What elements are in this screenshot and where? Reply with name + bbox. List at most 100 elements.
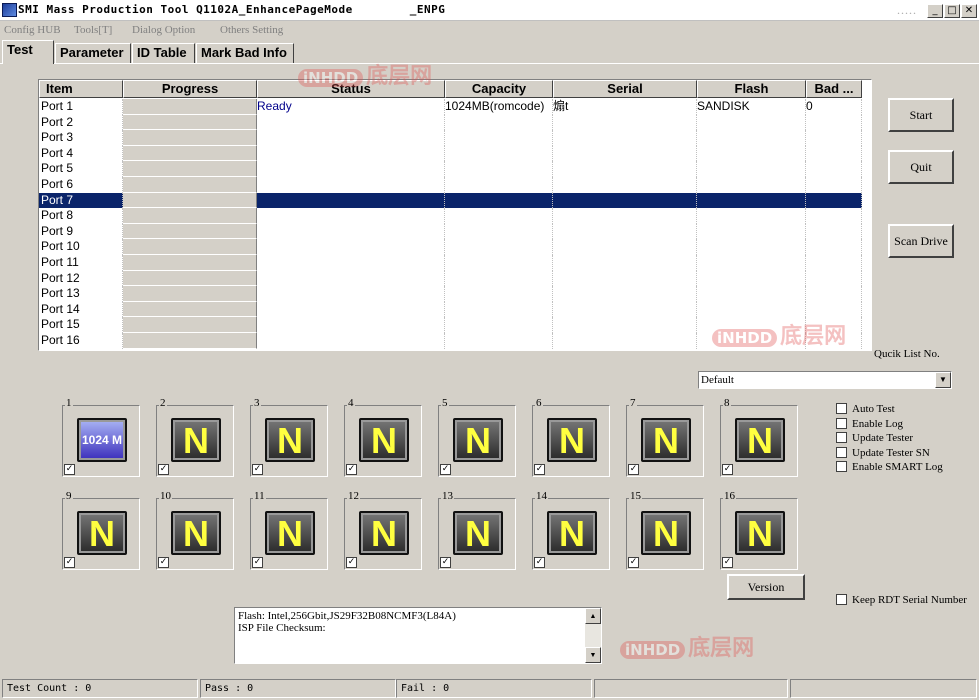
row-serial (553, 254, 697, 271)
row-progress (123, 208, 257, 224)
port-tile[interactable]: 5 N ✓ (438, 397, 516, 477)
table-row[interactable]: Port 8 (39, 208, 871, 224)
row-capacity (445, 270, 553, 287)
port-enable-checkbox[interactable]: ✓ (252, 464, 263, 475)
menu-others-setting[interactable]: Others Setting (220, 24, 283, 36)
port-enable-checkbox[interactable]: ✓ (722, 557, 733, 568)
port-enable-checkbox[interactable]: ✓ (158, 557, 169, 568)
scroll-down-icon[interactable]: ▼ (585, 647, 601, 663)
port-enable-checkbox[interactable]: ✓ (534, 557, 545, 568)
port-tile[interactable]: 3 N ✓ (250, 397, 328, 477)
table-row[interactable]: Port 11 (39, 254, 871, 271)
port-tile[interactable]: 12 N ✓ (344, 490, 422, 570)
port-tile[interactable]: 11 N ✓ (250, 490, 328, 570)
start-button[interactable]: Start (888, 98, 954, 132)
quit-button[interactable]: Quit (888, 150, 954, 184)
row-capacity (445, 130, 553, 146)
scan-drive-button[interactable]: Scan Drive (888, 224, 954, 258)
col-item[interactable]: Item (39, 80, 123, 98)
version-button[interactable]: Version (727, 574, 805, 600)
quick-list-select[interactable]: Default ▼ (698, 371, 952, 389)
col-capacity[interactable]: Capacity (445, 80, 553, 98)
table-row[interactable]: Port 14 (39, 301, 871, 318)
table-row[interactable]: Port 7 (39, 192, 871, 209)
minimize-button[interactable]: _ (927, 4, 943, 18)
menu-dialog-option[interactable]: Dialog Option (132, 24, 195, 36)
port-enable-checkbox[interactable]: ✓ (628, 464, 639, 475)
port-tile[interactable]: 8 N ✓ (720, 397, 798, 477)
tab-parameter[interactable]: Parameter (55, 43, 131, 64)
table-row[interactable]: Port 2 (39, 114, 871, 131)
checkbox-box[interactable] (836, 418, 847, 429)
port-tile[interactable]: 4 N ✓ (344, 397, 422, 477)
chevron-down-icon[interactable]: ▼ (935, 372, 951, 388)
port-tile[interactable]: 7 N ✓ (626, 397, 704, 477)
port-tile[interactable]: 16 N ✓ (720, 490, 798, 570)
port-enable-checkbox[interactable]: ✓ (722, 464, 733, 475)
port-tile[interactable]: 10 N ✓ (156, 490, 234, 570)
enable-smart-log-checkbox[interactable]: Enable SMART Log (836, 461, 943, 473)
port-enable-checkbox[interactable]: ✓ (346, 557, 357, 568)
table-row[interactable]: Port 3 (39, 130, 871, 146)
port-enable-checkbox[interactable]: ✓ (440, 557, 451, 568)
col-bad[interactable]: Bad ... (806, 80, 862, 98)
port-enable-checkbox[interactable]: ✓ (628, 557, 639, 568)
col-serial[interactable]: Serial (553, 80, 697, 98)
row-serial (553, 270, 697, 287)
table-row[interactable]: Port 1 Ready 1024MB(romcode) 煽t SANDISK 0 (39, 99, 871, 115)
row-serial (553, 176, 697, 193)
row-item: Port 14 (39, 301, 123, 318)
port-tile[interactable]: 9 N ✓ (62, 490, 140, 570)
table-row[interactable]: Port 5 (39, 161, 871, 177)
row-bad: 0 (806, 99, 862, 115)
table-row[interactable]: Port 13 (39, 286, 871, 302)
enable-log-checkbox[interactable]: Enable Log (836, 418, 903, 430)
port-tile[interactable]: 15 N ✓ (626, 490, 704, 570)
log-scrollbar[interactable]: ▲ ▼ (585, 608, 601, 663)
checkbox-box[interactable] (836, 594, 847, 605)
update-tester-sn-checkbox[interactable]: Update Tester SN (836, 447, 930, 459)
row-serial (553, 332, 697, 349)
port-tile[interactable]: 13 N ✓ (438, 490, 516, 570)
port-tile[interactable]: 14 N ✓ (532, 490, 610, 570)
checkbox-box[interactable] (836, 447, 847, 458)
port-tile[interactable]: 2 N ✓ (156, 397, 234, 477)
auto-test-checkbox[interactable]: Auto Test (836, 403, 895, 415)
tab-id-table[interactable]: ID Table (132, 43, 195, 64)
port-enable-checkbox[interactable]: ✓ (252, 557, 263, 568)
port-number: 9 (65, 490, 73, 502)
tab-test[interactable]: Test (2, 40, 54, 64)
port-enable-checkbox[interactable]: ✓ (158, 464, 169, 475)
port-enable-checkbox[interactable]: ✓ (346, 464, 357, 475)
port-enable-checkbox[interactable]: ✓ (440, 464, 451, 475)
test-count-panel: Test Count : 0 (2, 679, 198, 698)
row-status (257, 317, 445, 333)
scroll-up-icon[interactable]: ▲ (585, 608, 601, 624)
port-enable-checkbox[interactable]: ✓ (64, 464, 75, 475)
port-tile[interactable]: 6 N ✓ (532, 397, 610, 477)
port-status-grid[interactable]: Item Progress Status Capacity Serial Fla… (38, 79, 872, 351)
update-tester-checkbox[interactable]: Update Tester (836, 432, 913, 444)
checkbox-box[interactable] (836, 403, 847, 414)
port-enable-checkbox[interactable]: ✓ (534, 464, 545, 475)
close-button[interactable]: ✕ (961, 4, 977, 18)
log-textbox[interactable]: Flash: Intel,256Gbit,JS29F32B08NCMF3(L84… (234, 607, 602, 664)
maximize-button[interactable]: □ (944, 4, 960, 18)
table-row[interactable]: Port 6 (39, 176, 871, 193)
watermark-badge: iNHDD (620, 641, 686, 659)
menu-config-hub[interactable]: Config HUB (4, 24, 61, 36)
col-progress[interactable]: Progress (123, 80, 257, 98)
update-tester-label: Update Tester (852, 432, 914, 444)
menu-tools[interactable]: Tools[T] (74, 24, 112, 36)
keep-rdt-serial-checkbox[interactable]: Keep RDT Serial Number (836, 594, 967, 606)
checkbox-box[interactable] (836, 461, 847, 472)
port-enable-checkbox[interactable]: ✓ (64, 557, 75, 568)
table-row[interactable]: Port 12 (39, 270, 871, 287)
table-row[interactable]: Port 10 (39, 239, 871, 255)
port-tile[interactable]: 1 1024 M ✓ (62, 397, 140, 477)
tab-mark-bad-info[interactable]: Mark Bad Info (196, 43, 294, 64)
table-row[interactable]: Port 4 (39, 145, 871, 162)
checkbox-box[interactable] (836, 432, 847, 443)
col-flash[interactable]: Flash (697, 80, 806, 98)
table-row[interactable]: Port 9 (39, 223, 871, 240)
